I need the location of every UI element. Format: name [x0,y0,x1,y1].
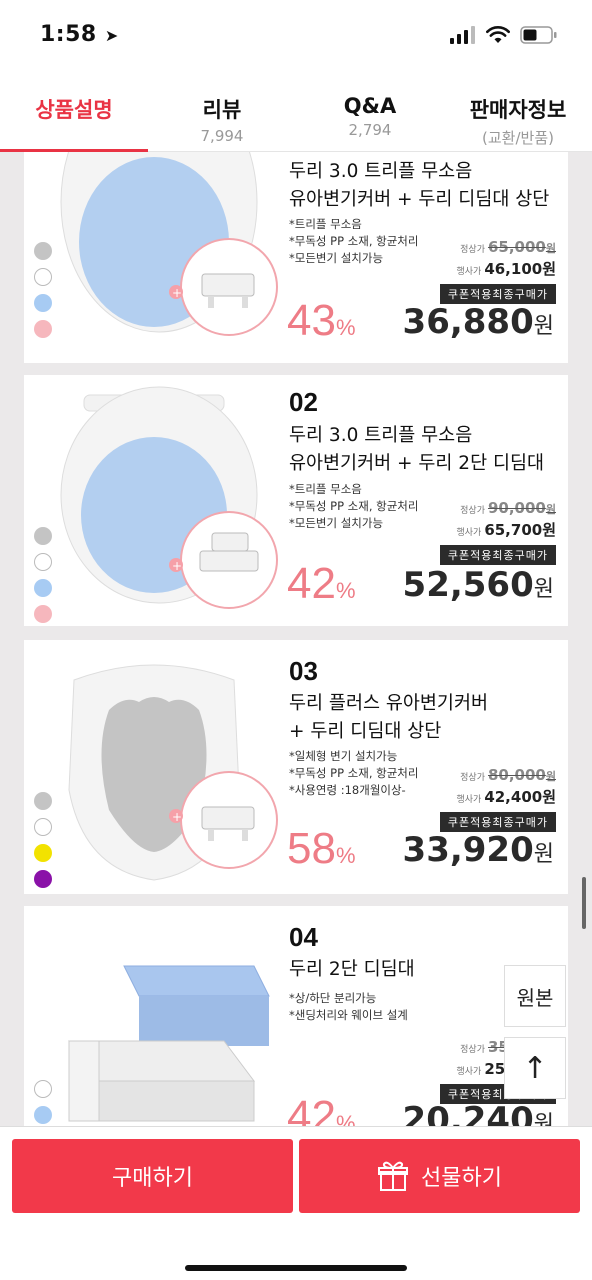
product-number: 03 [289,656,318,686]
tab-label: Q&A [343,94,397,118]
tab-qna[interactable]: Q&A 2,794 [296,74,444,151]
arrow-up-icon: ↑ [522,1050,548,1086]
toilet-seat-blue-image: + [60,152,278,336]
swatch-blue[interactable] [34,1106,52,1124]
toilet-seat-gray-image: + [68,664,278,881]
tab-reviews[interactable]: 리뷰 7,994 [148,74,296,151]
home-indicator [185,1265,407,1271]
tab-sub-label: (교환/반품) [482,129,554,147]
sale-price: 행사가 46,100원 [456,260,556,278]
svg-text:+: + [172,286,182,300]
product-title: 두리 3.0 트리플 무소음 유아변기커버 + 두리 디딤대 상단 [289,161,550,210]
tab-count: 7,994 [200,127,244,145]
gift-button-label: 선물하기 [421,1166,502,1191]
product-tabs: 상품설명 리뷰 7,994 Q&A 2,794 판매자정보 (교환/반품) [0,74,592,152]
toilet-seat-two-step-image: + [60,386,278,609]
buy-button-label: 구매하기 [112,1166,193,1191]
product-features: *트리플 무소음 *무독성 PP 소재, 항균처리 *모든변기 설치가능 [289,482,419,530]
product-features: *상/하단 분리가능 *샌딩처리와 웨이브 설계 [289,991,408,1022]
swatch-gray[interactable] [34,242,52,260]
product-card-04[interactable]: 04 두리 2단 디딤대 *상/하단 분리가능 *샌딩처리와 웨이브 설계 정상… [24,906,568,1126]
original-price: 정상가 65,000원 [460,238,556,256]
product-card-02[interactable]: + 02 두리 3.0 트리플 무소음 유아변기커버 + 두리 2단 디딤대 *… [24,375,568,626]
price-block: 정상가 65,000원 행사가 46,100원 쿠폰적용최종구매가 [439,238,556,304]
original-price: 정상가 90,000원 [460,499,556,517]
final-price: 33,920원 [402,830,554,870]
gift-button[interactable]: 선물하기 [299,1139,580,1213]
price-block: 정상가 80,000원 행사가 42,400원 쿠폰적용최종구매가 [439,766,556,832]
swatch-gray[interactable] [34,527,52,545]
tab-seller-info[interactable]: 판매자정보 (교환/반품) [444,74,592,151]
original-price: 정상가 80,000원 [460,766,556,784]
swatch-purple[interactable] [34,870,52,888]
svg-text:+: + [172,559,182,573]
product-card-01[interactable]: + 두리 3.0 트리플 무소음 유아변기커버 + 두리 디딤대 상단 *트리플… [24,152,568,363]
swatch-white[interactable] [34,1080,52,1098]
product-number: 02 [289,387,318,417]
status-bar: 1:58 ➤ [0,0,592,74]
discount-rate: 58% [287,824,356,873]
tab-label: 상품설명 [35,98,113,122]
wifi-icon [486,26,510,43]
view-original-button[interactable]: 원본 [504,965,566,1027]
swatch-white[interactable] [34,818,52,836]
scrollbar[interactable] [582,877,586,929]
sale-price: 행사가 42,400원 [456,788,556,806]
final-price: 36,880원 [402,302,554,342]
coupon-badge: 쿠폰적용최종구매가 [439,545,556,565]
coupon-badge: 쿠폰적용최종구매가 [439,284,556,304]
color-swatches [34,242,52,346]
final-price: 20,240원 [402,1100,554,1126]
swatch-yellow[interactable] [34,844,52,862]
color-swatches [34,1080,52,1126]
product-card-03[interactable]: + 03 두리 플러스 유아변기커버 + 두리 디딤대 상단 *일체형 변기 설… [24,640,568,894]
bottom-action-bar: 구매하기 선물하기 [0,1126,592,1280]
product-features: *일체형 변기 설치가능 *무독성 PP 소재, 항균처리 *사용연령 :18개… [289,749,419,797]
discount-rate: 42% [287,559,356,608]
buy-button[interactable]: 구매하기 [12,1139,293,1213]
sale-price: 행사가 65,700원 [456,521,556,539]
product-detail-content: + 두리 3.0 트리플 무소음 유아변기커버 + 두리 디딤대 상단 *트리플… [0,152,592,1126]
gift-icon [378,1161,409,1191]
battery-icon [520,26,557,44]
tab-label: 리뷰 [202,98,242,122]
tab-description[interactable]: 상품설명 [0,74,148,152]
tab-count: 2,794 [348,121,392,139]
product-title: 두리 3.0 트리플 무소음 유아변기커버 + 두리 2단 디딤대 [289,425,545,474]
two-step-stool-image [68,965,270,1122]
swatch-pink[interactable] [34,605,52,623]
swatch-gray[interactable] [34,792,52,810]
status-time: 1:58 ➤ [40,22,119,47]
svg-text:+: + [172,810,182,824]
swatch-blue[interactable] [34,579,52,597]
coupon-badge: 쿠폰적용최종구매가 [439,812,556,832]
discount-rate: 43% [287,296,356,345]
product-features: *트리플 무소음 *무독성 PP 소재, 항균처리 *모든변기 설치가능 [289,217,419,265]
status-icons [450,26,558,44]
product-number: 04 [289,922,318,952]
swatch-pink[interactable] [34,320,52,338]
discount-rate: 42% [287,1092,356,1126]
scroll-to-top-button[interactable]: ↑ [504,1037,566,1099]
final-price: 52,560원 [402,565,554,605]
tab-label: 판매자정보 [469,98,567,122]
color-swatches [34,792,52,896]
swatch-white[interactable] [34,268,52,286]
color-swatches [34,527,52,631]
price-block: 정상가 90,000원 행사가 65,700원 쿠폰적용최종구매가 [439,499,556,565]
swatch-blue[interactable] [34,294,52,312]
view-original-label: 원본 [516,985,554,1010]
swatch-white[interactable] [34,553,52,571]
product-title: 두리 플러스 유아변기커버 + 두리 디딤대 상단 [289,693,488,742]
signal-icon [450,26,475,44]
